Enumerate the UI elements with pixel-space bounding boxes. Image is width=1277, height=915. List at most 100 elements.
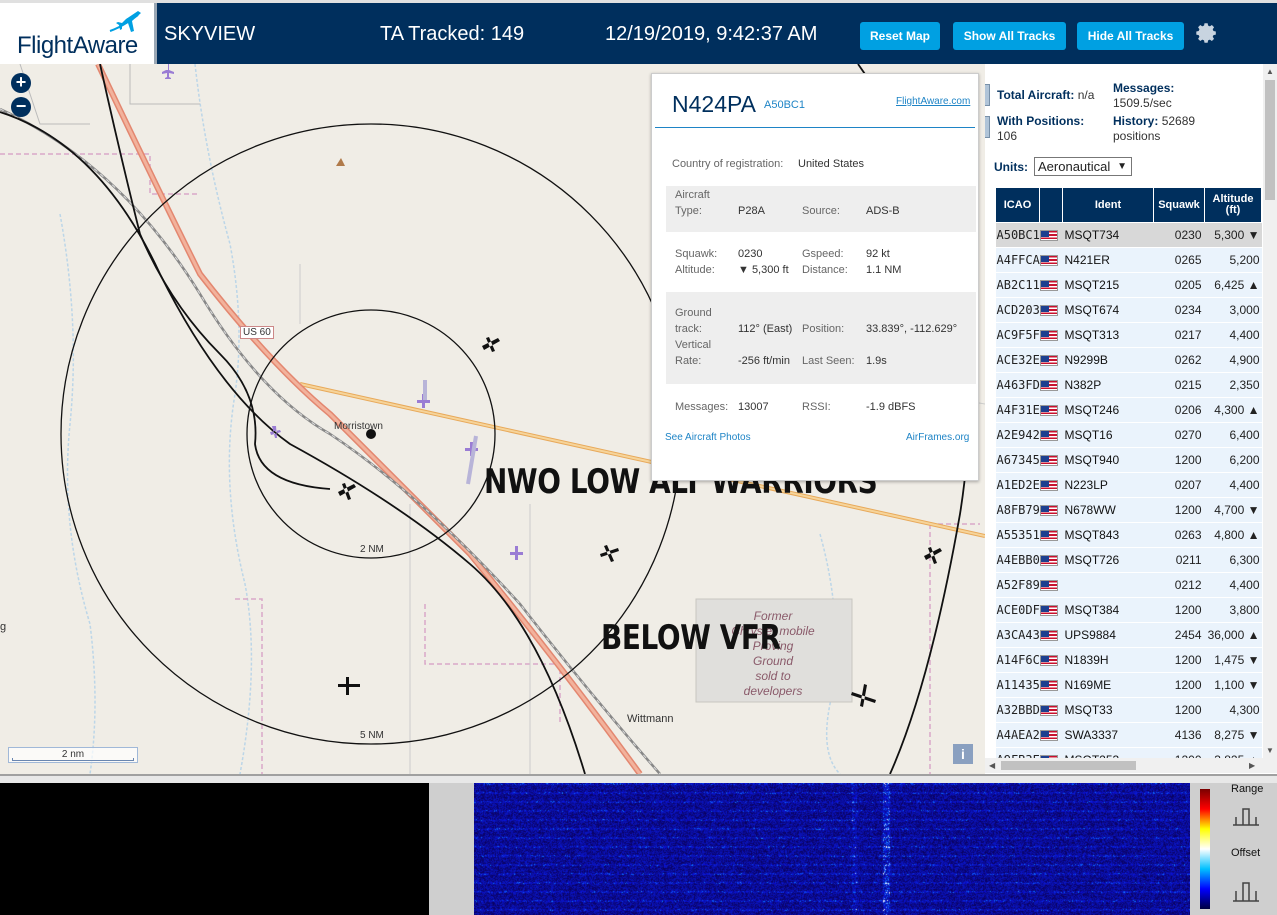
units-select[interactable]: Aeronautical ▼ (1034, 157, 1132, 176)
cell-squawk: 0212 (1153, 572, 1205, 598)
us-flag-icon (1039, 680, 1058, 692)
total-aircraft: Total Aircraft: n/a (997, 88, 1095, 102)
col-header-flag[interactable] (1039, 187, 1063, 223)
ring-label-2nm: 2 NM (360, 544, 384, 555)
cell-flag (1039, 572, 1063, 598)
table-row[interactable]: AB2C11 MSQT215 0205 6,425 ▲ (995, 272, 1262, 298)
table-row[interactable]: A14F6C N1839H 1200 1,475 ▼ (995, 647, 1262, 673)
scroll-left-icon[interactable]: ◀ (989, 761, 995, 770)
cell-altitude: 2,350 (1204, 372, 1262, 398)
cell-altitude: 3,000 (1204, 297, 1262, 323)
cell-altitude: 6,200 (1204, 447, 1262, 473)
zoom-out-button[interactable]: − (11, 97, 31, 117)
reset-map-button[interactable]: Reset Map (860, 22, 940, 50)
cell-ident: SWA3337 (1062, 722, 1154, 748)
map-edge-label: g (0, 621, 7, 633)
col-header-altitude[interactable]: Altitude (ft) (1204, 187, 1262, 223)
cell-squawk: 1200 (1153, 497, 1205, 523)
us-flag-icon (1039, 580, 1058, 592)
us-flag-icon (1039, 280, 1058, 292)
panel-toggle-handle-2[interactable] (985, 116, 990, 138)
cell-flag (1039, 222, 1063, 248)
table-row[interactable]: A4EBB0 MSQT726 0211 6,300 (995, 547, 1262, 573)
table-row[interactable]: A3CA43 UPS9884 2454 36,000 ▲ (995, 622, 1262, 648)
with-positions: With Positions: 106 (997, 114, 1085, 143)
airframes-link[interactable]: AirFrames.org (906, 432, 969, 443)
range-label: Range (1231, 783, 1264, 795)
map-info-button[interactable]: i (953, 744, 973, 764)
cell-ident: N223LP (1062, 472, 1154, 498)
us-flag-icon (1039, 455, 1058, 467)
show-all-tracks-button[interactable]: Show All Tracks (953, 22, 1066, 50)
logo-plane-icon (109, 11, 141, 32)
cell-squawk: 1200 (1153, 672, 1205, 698)
flightaware-link[interactable]: FlightAware.com (896, 96, 970, 107)
cell-icao: A4AEA2 (995, 722, 1040, 748)
range-slider-icon[interactable] (1231, 803, 1261, 833)
datetime: 12/19/2019, 9:42:37 AM (605, 23, 818, 45)
table-row[interactable]: AC9F5F MSQT313 0217 4,400 (995, 322, 1262, 348)
table-row[interactable]: A4FFCA N421ER 0265 5,200 (995, 247, 1262, 273)
cell-altitude: 4,800 ▲ (1204, 522, 1262, 548)
cell-ident: N9299B (1062, 347, 1154, 373)
panel-divider[interactable] (0, 774, 1277, 783)
table-row[interactable]: A4AEA2 SWA3337 4136 8,275 ▼ (995, 722, 1262, 748)
overlay-text-below-vfr: BELOW VFR (601, 618, 781, 658)
aircraft-photos-link[interactable]: See Aircraft Photos (665, 432, 751, 443)
table-row[interactable]: ACE32E N9299B 0262 4,900 (995, 347, 1262, 373)
table-row[interactable]: A50BC1 MSQT734 0230 5,300 ▼ (995, 222, 1262, 248)
cell-icao: A8FB79 (995, 497, 1040, 523)
table-row[interactable]: ACD203 MSQT674 0234 3,000 (995, 297, 1262, 323)
cell-ident: MSQT215 (1062, 272, 1154, 298)
us-flag-icon (1039, 355, 1058, 367)
cell-ident: N1839H (1062, 647, 1154, 673)
table-row[interactable]: A55351 MSQT843 0263 4,800 ▲ (995, 522, 1262, 548)
panel-vertical-scrollbar[interactable]: ▲ ▼ (1263, 64, 1277, 759)
cell-squawk: 0206 (1153, 397, 1205, 423)
offset-slider-icon[interactable] (1231, 875, 1261, 905)
table-row[interactable]: ACE0DF MSQT384 1200 3,800 (995, 597, 1262, 623)
table-row[interactable]: A11435 N169ME 1200 1,100 ▼ (995, 672, 1262, 698)
scroll-right-icon[interactable]: ▶ (1249, 761, 1255, 770)
cell-flag (1039, 322, 1063, 348)
waterfall-display[interactable] (474, 783, 1190, 915)
col-header-icao[interactable]: ICAO (995, 187, 1040, 223)
table-row[interactable]: A8FB79 N678WW 1200 4,700 ▼ (995, 497, 1262, 523)
hide-all-tracks-button[interactable]: Hide All Tracks (1077, 22, 1184, 50)
cell-squawk: 0205 (1153, 272, 1205, 298)
table-row[interactable]: A1ED2E N223LP 0207 4,400 (995, 472, 1262, 498)
cell-altitude: 1,100 ▼ (1204, 672, 1262, 698)
horizontal-scroll-thumb[interactable] (1001, 761, 1136, 770)
cell-flag (1039, 522, 1063, 548)
table-row[interactable]: A2E942 MSQT16 0270 6,400 (995, 422, 1262, 448)
waterfall-left-margin (429, 783, 474, 915)
messages-rate: Messages: 1509.5/sec (1113, 81, 1175, 110)
aircraft-info-popup: N424PA A50BC1 FlightAware.com Country of… (651, 73, 979, 481)
scroll-up-icon[interactable]: ▲ (1266, 67, 1274, 76)
vertical-scroll-thumb[interactable] (1265, 80, 1275, 200)
cell-ident: UPS9884 (1062, 622, 1154, 648)
scroll-down-icon[interactable]: ▼ (1266, 746, 1274, 755)
chevron-down-icon: ▼ (1117, 161, 1127, 172)
cell-flag (1039, 622, 1063, 648)
table-row[interactable]: A52F89 0212 4,400 (995, 572, 1262, 598)
table-row[interactable]: A32BBD MSQT33 1200 4,300 (995, 697, 1262, 723)
cell-squawk: 0230 (1153, 222, 1205, 248)
aircraft-list-panel: Total Aircraft: n/a Messages: 1509.5/sec… (985, 64, 1277, 774)
table-row[interactable]: A463FD N382P 0215 2,350 (995, 372, 1262, 398)
zoom-in-button[interactable]: + (11, 73, 31, 93)
cell-icao: ACE32E (995, 347, 1040, 373)
cell-altitude: 4,300 ▲ (1204, 397, 1262, 423)
col-header-ident[interactable]: Ident (1062, 187, 1154, 223)
route-shield-us60: US 60 (240, 326, 274, 339)
panel-horizontal-scrollbar[interactable]: ◀ ▶ (985, 758, 1277, 773)
cell-altitude: 4,400 (1204, 472, 1262, 498)
table-row[interactable]: A67345 MSQT940 1200 6,200 (995, 447, 1262, 473)
table-row[interactable]: A4F31E MSQT246 0206 4,300 ▲ (995, 397, 1262, 423)
app-name: SKYVIEW (164, 23, 256, 45)
flightaware-logo[interactable]: FlightAware (0, 3, 157, 64)
col-header-squawk[interactable]: Squawk (1153, 187, 1205, 223)
gear-icon[interactable] (1195, 22, 1219, 46)
panel-toggle-handle[interactable] (985, 84, 990, 106)
cell-flag (1039, 697, 1063, 723)
